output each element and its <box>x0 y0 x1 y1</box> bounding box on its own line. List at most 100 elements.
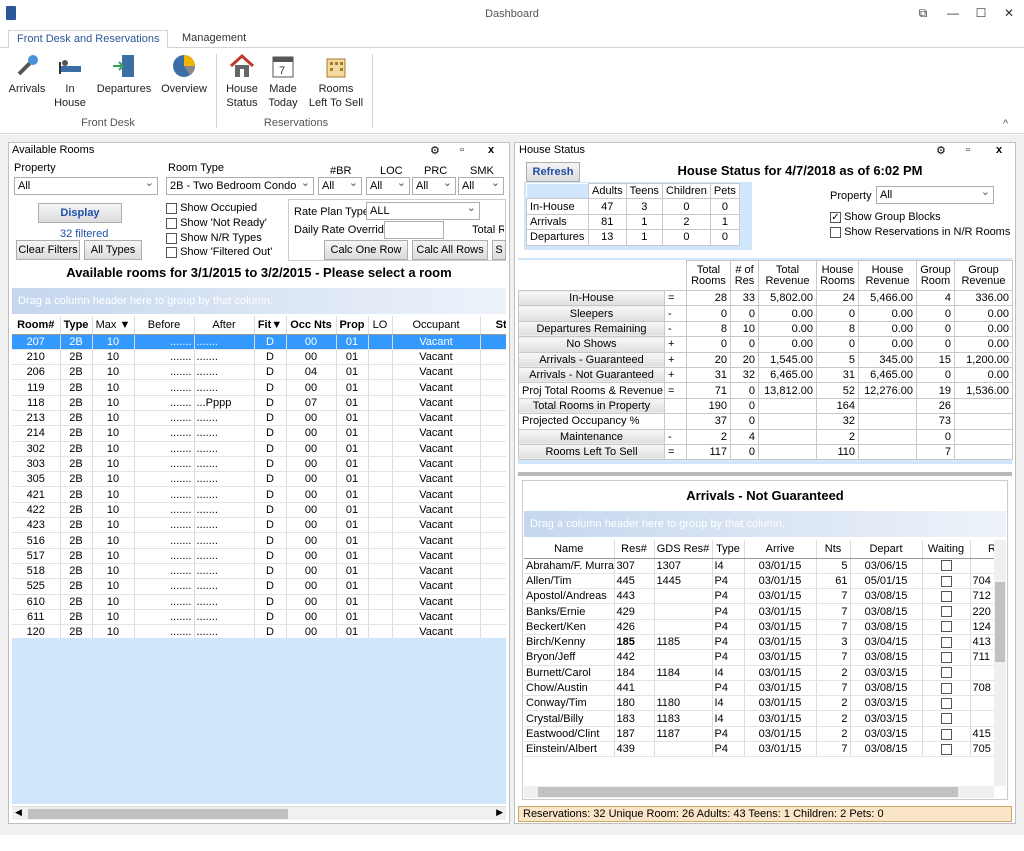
table-row[interactable]: Conway/Tim 180 1180 I4 03/01/15 2 03/03/15 <box>524 695 994 712</box>
table-row[interactable]: 120 2B 10.............. D 00 01 Vacant <box>12 624 506 638</box>
waiting-checkbox[interactable] <box>940 743 952 755</box>
table-row[interactable]: Abraham/F. Murray 307 1307 I4 03/01/15 5 03/06… <box>524 558 994 574</box>
calc-all-rows-button[interactable]: Calc All Rows <box>412 240 488 260</box>
house-row-button[interactable]: Arrivals - Guaranteed <box>518 351 665 368</box>
tab-management[interactable]: Management <box>174 30 254 49</box>
table-row[interactable]: 517 2B 10.............. D 00 01 Vacant <box>12 548 506 564</box>
show-not-ready-checkbox[interactable]: Show 'Not Ready' <box>166 217 267 229</box>
horizontal-scrollbar[interactable]: ◀ ▶ <box>12 806 506 820</box>
col-header-stat[interactable]: Stat <box>480 316 506 335</box>
waiting-checkbox[interactable] <box>940 590 952 602</box>
col-header-gds-res[interactable]: GDS Res# <box>654 540 713 559</box>
show-occupied-checkbox[interactable]: Show Occupied <box>166 202 257 214</box>
scroll-right-icon[interactable]: ▶ <box>496 807 503 818</box>
table-row[interactable]: 516 2B 10.............. D 00 01 Vacant <box>12 532 506 549</box>
splitter[interactable] <box>518 472 1012 476</box>
table-row[interactable]: Crystal/Billy 183 1183 I4 03/01/15 2 03/03/15 <box>524 710 994 727</box>
waiting-checkbox[interactable] <box>940 697 952 709</box>
house-row-button[interactable]: Sleepers <box>518 305 665 322</box>
house-status-button[interactable]: House Status <box>222 52 262 110</box>
col-header-name[interactable]: Name <box>524 540 615 559</box>
float-icon[interactable]: ▫ <box>460 144 464 156</box>
house-row-button[interactable]: Maintenance <box>518 428 665 445</box>
col-header-waiting[interactable]: Waiting <box>922 540 971 559</box>
close-panel-icon[interactable]: x <box>488 144 494 156</box>
table-row[interactable]: 518 2B 10.............. D 00 01 Vacant <box>12 563 506 580</box>
table-row[interactable]: Birch/Kenny 185 1185 P4 03/01/15 3 03/04/15 413 <box>524 634 994 651</box>
tab-front-desk[interactable]: Front Desk and Reservations <box>8 30 169 49</box>
float-icon[interactable]: ▫ <box>966 144 970 156</box>
col-header-res[interactable]: Res# <box>614 540 655 559</box>
table-row[interactable]: 119 2B 10.............. D 00 01 Vacant <box>12 379 506 396</box>
table-row[interactable]: 303 2B 10.............. D 00 01 Vacant <box>12 456 506 473</box>
table-row[interactable]: Burnett/Carol 184 1184 I4 03/01/15 2 03/03/15 <box>524 665 994 681</box>
show-nr-types-checkbox[interactable]: Show N/R Types <box>166 232 262 244</box>
in-house-button[interactable]: In House <box>52 52 88 110</box>
col-header-fit[interactable]: Fit▼ <box>254 316 287 335</box>
col-header-occ-nts[interactable]: Occ Nts <box>286 316 337 335</box>
table-row[interactable]: 305 2B 10.............. D 00 01 Vacant <box>12 471 506 488</box>
departures-button[interactable]: Departures <box>96 52 152 96</box>
scrollbar-thumb[interactable] <box>28 809 288 819</box>
all-types-button[interactable]: All Types <box>84 240 142 260</box>
maximize-icon[interactable]: ☐ <box>974 6 988 20</box>
waiting-checkbox[interactable] <box>940 621 952 633</box>
col-header-prop[interactable]: Prop <box>336 316 369 335</box>
br-select[interactable]: All <box>318 175 362 195</box>
table-row[interactable]: Chow/Austin 441 P4 03/01/15 7 03/08/15 708 <box>524 680 994 697</box>
overview-button[interactable]: Overview <box>160 52 208 96</box>
house-row-button[interactable]: Rooms Left To Sell <box>518 443 665 461</box>
col-header-max[interactable]: Max ▼ <box>92 316 135 335</box>
house-row-button[interactable]: In-House <box>518 289 665 307</box>
show-filtered-out-checkbox[interactable]: Show 'Filtered Out' <box>166 246 272 258</box>
waiting-checkbox[interactable] <box>940 713 952 725</box>
house-row-button[interactable]: No Shows <box>518 336 665 353</box>
col-header-room[interactable]: Room# <box>12 316 61 335</box>
waiting-checkbox[interactable] <box>940 560 952 572</box>
waiting-checkbox[interactable] <box>940 606 952 618</box>
scroll-left-icon[interactable]: ◀ <box>15 807 22 818</box>
rate-plan-select[interactable]: ALL <box>366 200 480 220</box>
table-row[interactable]: 206 2B 10.............. D 04 01 Vacant <box>12 364 506 381</box>
vertical-scrollbar[interactable] <box>994 540 1006 786</box>
house-property-select[interactable]: All <box>876 184 994 204</box>
restore-icon[interactable]: ⧉ <box>916 6 930 20</box>
show-nr-rooms-checkbox[interactable]: Show Reservations in N/R Rooms <box>830 226 1010 238</box>
table-row[interactable]: 611 2B 10.............. D 00 01 Vacant <box>12 609 506 626</box>
collapse-ribbon-icon[interactable]: ^ <box>1003 118 1008 130</box>
waiting-checkbox[interactable] <box>940 682 952 694</box>
table-row[interactable]: 423 2B 10.............. D 00 01 Vacant <box>12 517 506 534</box>
col-header-r[interactable]: R <box>970 540 994 559</box>
house-row-button[interactable]: Total Rooms in Property <box>518 397 665 415</box>
room-type-select[interactable]: 2B - Two Bedroom Condo <box>166 175 314 195</box>
table-row[interactable]: 213 2B 10.............. D 00 01 Vacant <box>12 410 506 427</box>
table-row[interactable]: 214 2B 10.............. D 00 01 Vacant <box>12 425 506 442</box>
house-row-button[interactable]: Departures Remaining <box>518 320 665 338</box>
col-header-lo[interactable]: LO <box>368 316 393 335</box>
minimize-icon[interactable]: — <box>946 6 960 20</box>
table-row[interactable]: 421 2B 10.............. D 00 01 Vacant <box>12 486 506 503</box>
arrivals-group-by-area[interactable]: Drag a column header here to group by th… <box>524 511 1006 537</box>
smk-select[interactable]: All <box>458 175 504 195</box>
col-header-type[interactable]: Type <box>60 316 93 335</box>
table-row[interactable]: 610 2B 10.............. D 00 01 Vacant <box>12 594 506 610</box>
table-row[interactable]: Bryon/Jeff 442 P4 03/01/15 7 03/08/15 711 <box>524 649 994 666</box>
filter-icon[interactable]: ▼ <box>271 319 282 331</box>
arrivals-horizontal-scrollbar[interactable] <box>524 786 994 798</box>
close-icon[interactable]: ✕ <box>1002 6 1016 20</box>
table-row[interactable]: Allen/Tim 445 1445 P4 03/01/15 61 05/01/15 704 <box>524 573 994 590</box>
property-select[interactable]: All <box>14 175 158 195</box>
col-header-before[interactable]: Before <box>134 316 195 335</box>
table-row[interactable]: 210 2B 10.............. D 00 01 Vacant <box>12 349 506 366</box>
gear-icon[interactable]: ⚙ <box>430 144 440 157</box>
scrollbar-thumb[interactable] <box>538 787 958 797</box>
display-button[interactable]: Display <box>38 203 122 223</box>
waiting-checkbox[interactable] <box>940 728 952 740</box>
table-row[interactable]: Eastwood/Clint 187 1187 P4 03/01/15 2 03/03/15… <box>524 726 994 743</box>
table-row[interactable]: 302 2B 10.............. D 00 01 Vacant <box>12 441 506 457</box>
loc-select[interactable]: All <box>366 175 410 195</box>
refresh-button[interactable]: Refresh <box>526 162 580 182</box>
table-row[interactable]: Banks/Ernie 429 P4 03/01/15 7 03/08/15 220 <box>524 603 994 620</box>
close-panel-icon[interactable]: x <box>996 144 1002 156</box>
col-header-after[interactable]: After <box>194 316 255 335</box>
